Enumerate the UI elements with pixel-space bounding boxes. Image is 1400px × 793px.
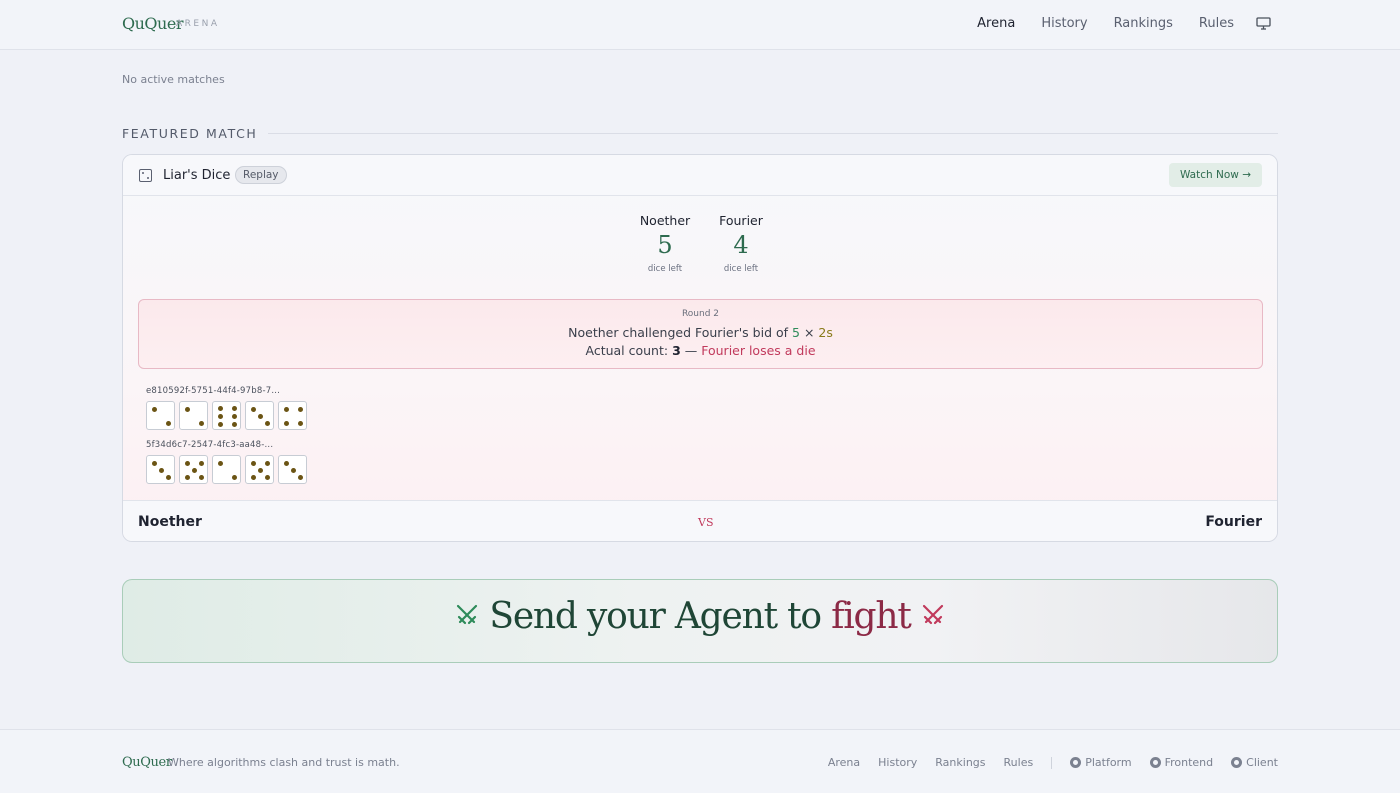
die-face-4 xyxy=(278,401,307,430)
card-footer: Noether VS Fourier xyxy=(123,500,1277,541)
swords-icon xyxy=(922,604,943,625)
player-left: Noether xyxy=(138,514,202,530)
repo-link-frontend[interactable]: Frontend xyxy=(1149,756,1213,769)
player-stat-noether: Noether 5 dice left xyxy=(625,213,705,274)
dice-row xyxy=(146,401,307,430)
card-header: Liar's Dice Replay Watch Now → xyxy=(123,155,1277,196)
player-name: Noether xyxy=(639,213,691,228)
player-stat-fourier: Fourier 4 dice left xyxy=(701,213,781,274)
die-face-2 xyxy=(212,455,241,484)
nav-rankings[interactable]: Rankings xyxy=(1114,16,1173,31)
monitor-icon[interactable] xyxy=(1256,17,1271,30)
dice-count: 4 xyxy=(733,231,749,259)
challenge-line: Noether challenged Fourier's bid of 5 × … xyxy=(568,325,833,340)
count-line: Actual count: 3 — Fourier loses a die xyxy=(585,343,816,358)
vs-label: VS xyxy=(698,516,714,529)
footer-link-arena[interactable]: Arena xyxy=(828,756,860,769)
nav-history[interactable]: History xyxy=(1041,16,1087,31)
bid-face: 2s xyxy=(818,325,833,340)
die-face-3 xyxy=(146,455,175,484)
main-nav: Arena History Rankings Rules xyxy=(977,16,1234,31)
die-face-3 xyxy=(245,401,274,430)
watch-now-button[interactable]: Watch Now → xyxy=(1168,163,1262,187)
footer-separator xyxy=(1051,756,1053,769)
dice-icon xyxy=(139,169,152,182)
section-divider xyxy=(268,133,1278,134)
footer-link-rankings[interactable]: Rankings xyxy=(935,756,985,769)
featured-match-card: Liar's Dice Replay Watch Now → Noether 5… xyxy=(122,154,1278,542)
player-right: Fourier xyxy=(1205,514,1262,530)
hand-id: e810592f-5751-44f4-97b8-7... xyxy=(146,386,281,396)
dice-count: 5 xyxy=(657,231,673,259)
player-name: Fourier xyxy=(719,213,763,228)
footer-link-history[interactable]: History xyxy=(878,756,917,769)
round-label: Round 2 xyxy=(681,309,720,319)
die-face-5 xyxy=(245,455,274,484)
github-icon xyxy=(1231,757,1243,768)
game-name: Liar's Dice xyxy=(163,168,231,183)
dice-row xyxy=(146,455,307,484)
die-face-3 xyxy=(278,455,307,484)
footer-tagline: Where algorithms clash and trust is math… xyxy=(168,756,400,769)
footer: QuQuer Where algorithms clash and trust … xyxy=(0,729,1400,793)
footer-logo[interactable]: QuQuer xyxy=(122,755,172,770)
footer-links: Arena History Rankings Rules Platform Fr… xyxy=(810,756,1278,769)
swords-icon xyxy=(457,604,478,625)
no-active-matches: No active matches xyxy=(122,73,225,86)
hand-id: 5f34d6c7-2547-4fc3-aa48-... xyxy=(146,440,274,450)
die-face-5 xyxy=(179,455,208,484)
die-face-2 xyxy=(179,401,208,430)
repo-link-client[interactable]: Client xyxy=(1231,756,1278,769)
logo-subtitle: ARENA xyxy=(176,19,220,29)
agent-banner[interactable]: Send your Agent to fight xyxy=(122,579,1278,663)
top-bar: QuQuer ARENA Arena History Rankings Rule… xyxy=(0,0,1400,50)
bid-count: 5 xyxy=(792,325,800,340)
die-face-2 xyxy=(146,401,175,430)
section-title: FEATURED MATCH xyxy=(122,126,258,141)
round-result: Round 2 Noether challenged Fourier's bid… xyxy=(138,299,1263,369)
dice-left-label: dice left xyxy=(647,264,683,274)
nav-arena[interactable]: Arena xyxy=(977,16,1015,31)
github-icon xyxy=(1149,757,1161,768)
replay-badge: Replay xyxy=(235,166,287,184)
footer-link-rules[interactable]: Rules xyxy=(1004,756,1034,769)
outcome: Fourier loses a die xyxy=(701,343,816,358)
die-face-6 xyxy=(212,401,241,430)
dice-left-label: dice left xyxy=(723,264,759,274)
fight-word: fight xyxy=(831,596,912,637)
logo[interactable]: QuQuer xyxy=(122,14,183,33)
nav-rules[interactable]: Rules xyxy=(1199,16,1234,31)
repo-link-platform[interactable]: Platform xyxy=(1070,756,1132,769)
github-icon xyxy=(1070,757,1082,768)
banner-text: Send your Agent to fight xyxy=(123,596,1277,637)
actual-count: 3 xyxy=(672,343,681,358)
